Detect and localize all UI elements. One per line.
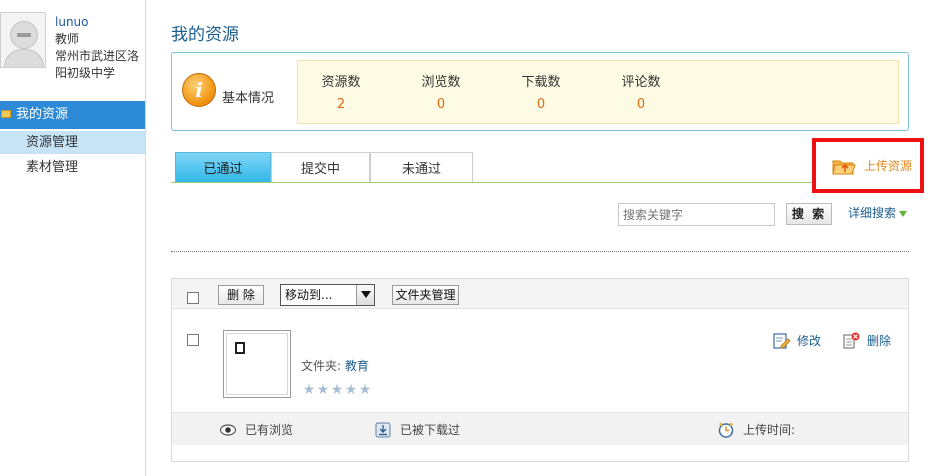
stat-downloads: 下载数 0: [506, 71, 576, 112]
user-school-line2: 阳初级中学: [55, 66, 116, 80]
search-button[interactable]: 搜 索: [786, 203, 832, 225]
item-footer: 已有浏览 已被下载过 上传时间:: [172, 412, 908, 445]
downloaded-status: 已被下载过: [375, 422, 460, 438]
clock-icon: [718, 422, 734, 438]
sidebar-section-label: 我的资源: [16, 107, 69, 122]
user-avatar[interactable]: [0, 12, 46, 68]
page-title: 我的资源: [171, 25, 239, 45]
search-input[interactable]: [618, 203, 775, 226]
item-checkbox[interactable]: [187, 334, 199, 346]
delete-item-button[interactable]: 删除: [843, 332, 891, 350]
upload-time: 上传时间:: [718, 422, 795, 438]
overview-panel: i 基本情况 资源数 2 浏览数 0 下载数 0 评论数 0: [171, 52, 909, 131]
tabs-underline: [171, 182, 909, 183]
sidebar-item-label: 资源管理: [26, 135, 79, 150]
tab-rejected[interactable]: 未通过: [370, 152, 473, 183]
resource-list: 删 除 移动到... 文件夹管理 文件夹: 教育 ★★★★★ 修改 删除 已有浏…: [171, 278, 909, 462]
upload-resource-button[interactable]: 上传资源: [828, 154, 918, 178]
user-school-line1: 常州市武进区洛: [55, 49, 140, 63]
upload-highlight-box: 上传资源: [812, 138, 924, 193]
user-role: 教师: [55, 32, 80, 46]
tab-submitting[interactable]: 提交中: [271, 152, 370, 183]
chevron-down-icon: [899, 210, 908, 217]
delete-label: 删除: [867, 334, 892, 348]
download-icon: [375, 422, 391, 438]
eye-icon: [220, 424, 236, 436]
sidebar: lunuo 教师 常州市武进区洛 阳初级中学 我的资源 资源管理 素材管理: [0, 0, 146, 476]
sidebar-item-material-management[interactable]: 素材管理: [0, 156, 145, 179]
tab-label: 提交中: [300, 162, 340, 177]
sidebar-item-label: 素材管理: [26, 160, 79, 175]
folder-icon: [1, 110, 11, 118]
info-icon: i: [182, 73, 216, 107]
edit-button[interactable]: 修改: [773, 332, 821, 350]
chevron-down-icon: [356, 285, 374, 305]
stats-box: 资源数 2 浏览数 0 下载数 0 评论数 0: [297, 60, 899, 124]
tab-label: 未通过: [401, 162, 441, 177]
stat-label: 资源数: [321, 75, 361, 90]
stat-value: 0: [536, 97, 546, 112]
stat-value: 0: [636, 97, 646, 112]
select-all-checkbox[interactable]: [187, 292, 199, 304]
user-name[interactable]: lunuo: [55, 14, 145, 31]
stat-value: 2: [336, 97, 346, 112]
folder-link[interactable]: 教育: [345, 359, 369, 373]
stat-value: 0: [436, 97, 446, 112]
divider: [171, 251, 909, 252]
edit-icon: [773, 333, 790, 349]
list-toolbar: 删 除 移动到... 文件夹管理: [172, 279, 908, 309]
viewed-status: 已有浏览: [220, 422, 293, 438]
upload-label: 上传资源: [864, 159, 913, 173]
rating-stars: ★★★★★: [302, 382, 372, 398]
upload-time-label: 上传时间:: [743, 423, 796, 437]
tab-label: 已通过: [203, 162, 243, 177]
viewed-label: 已有浏览: [245, 423, 294, 437]
sidebar-item-resource-management[interactable]: 资源管理: [0, 131, 145, 154]
resource-thumbnail[interactable]: [223, 330, 291, 398]
stat-label: 下载数: [521, 75, 561, 90]
stat-comments: 评论数 0: [606, 71, 676, 112]
overview-label: 基本情况: [222, 91, 275, 106]
stat-resources: 资源数 2: [306, 71, 376, 112]
user-profile: lunuo 教师 常州市武进区洛 阳初级中学: [55, 14, 145, 82]
star-icon: ★: [330, 382, 344, 398]
edit-label: 修改: [797, 334, 822, 348]
upload-folder-icon: [832, 160, 856, 175]
delete-button[interactable]: 删 除: [218, 285, 264, 305]
delete-icon: [843, 332, 860, 349]
advanced-search-link[interactable]: 详细搜索: [848, 205, 908, 221]
tab-approved[interactable]: 已通过: [175, 152, 271, 183]
stat-views: 浏览数 0: [406, 71, 476, 112]
stat-label: 浏览数: [421, 75, 461, 90]
item-folder: 文件夹: 教育: [301, 357, 369, 374]
star-icon: ★: [358, 382, 372, 398]
move-to-selected: 移动到...: [285, 288, 333, 302]
downloaded-label: 已被下载过: [400, 423, 461, 437]
advanced-search-label: 详细搜索: [848, 206, 897, 220]
folder-manage-button[interactable]: 文件夹管理: [392, 285, 459, 305]
stat-label: 评论数: [621, 75, 661, 90]
move-to-select[interactable]: 移动到...: [280, 284, 375, 306]
document-icon: [235, 342, 245, 354]
star-icon: ★: [344, 382, 358, 398]
star-icon: ★: [302, 382, 316, 398]
folder-label: 文件夹:: [301, 359, 342, 373]
star-icon: ★: [316, 382, 330, 398]
sidebar-section-my-resources[interactable]: 我的资源: [0, 101, 145, 129]
